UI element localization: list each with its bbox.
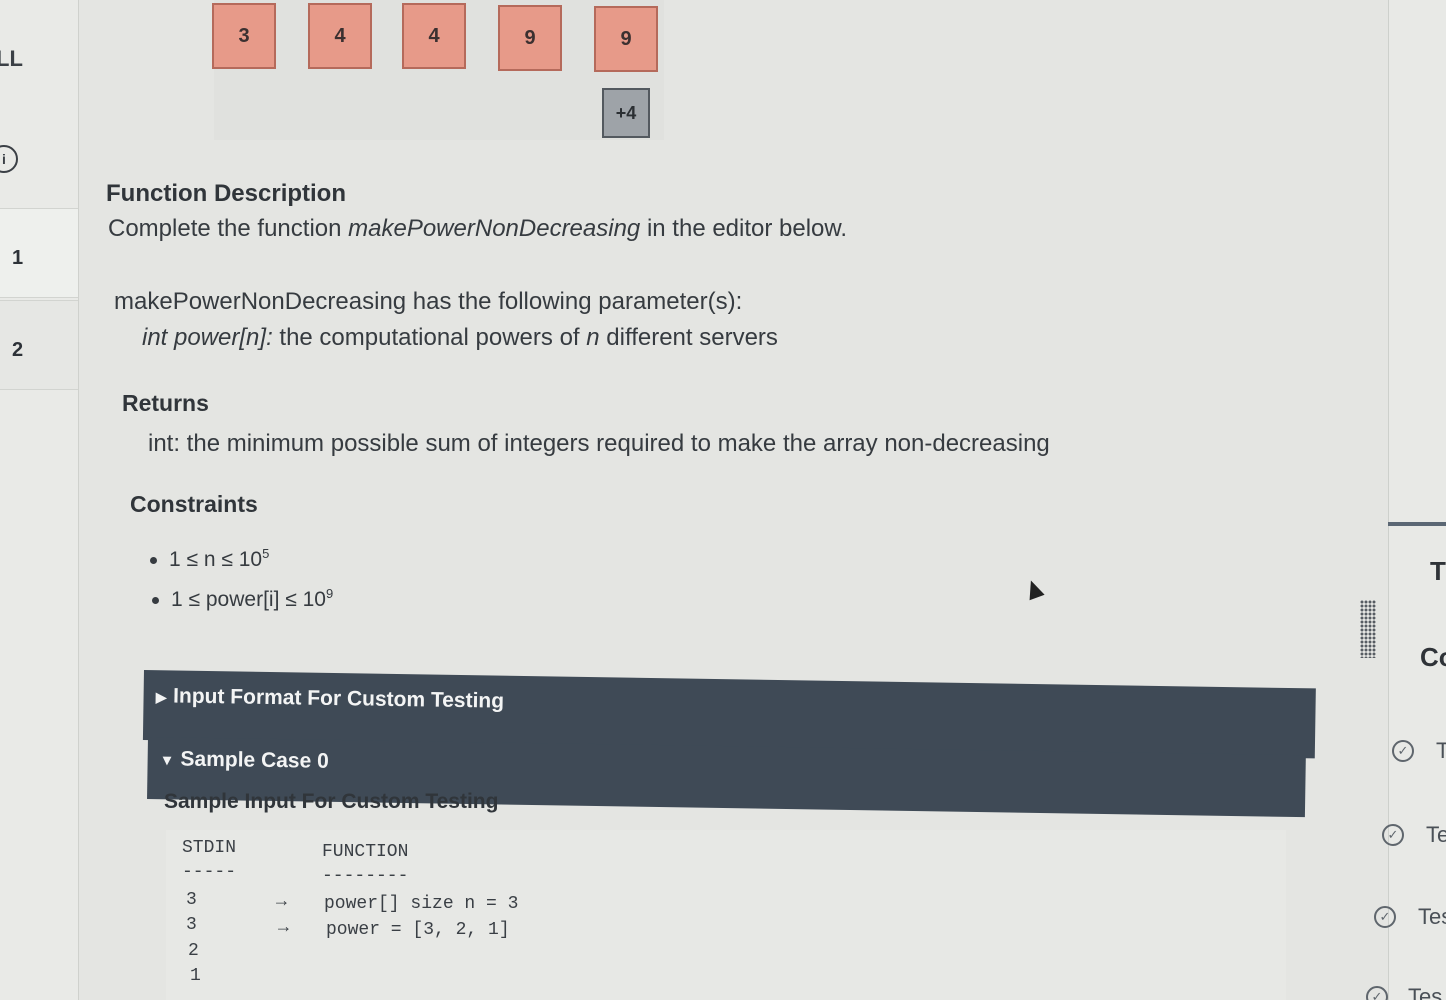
check-circle-icon: ✓ xyxy=(1366,986,1388,1000)
question-sidebar: LL i 1 2 xyxy=(0,0,79,1000)
test-case-label[interactable]: Tes xyxy=(1408,984,1442,1000)
sidebar-item-label: 1 xyxy=(12,247,24,269)
array-cell: 9 xyxy=(498,5,562,71)
sidebar-item-label: 2 xyxy=(12,339,24,361)
array-cell: 4 xyxy=(308,3,372,69)
returns-text: int: the minimum possible sum of integer… xyxy=(148,430,1050,457)
sidebar-item-question-1[interactable]: 1 xyxy=(0,208,78,298)
constraint-exponent: 9 xyxy=(325,586,334,601)
array-cell: 3 xyxy=(212,3,276,69)
drag-handle-icon[interactable] xyxy=(1360,600,1376,658)
section-title: Input Format For Custom Testing xyxy=(172,684,505,713)
parameter-power: int power[n]: the computational powers o… xyxy=(142,324,778,352)
param-name: int power[n]: xyxy=(142,324,273,351)
stdin-value: 1 xyxy=(190,966,201,986)
section-title: Sample Case 0 xyxy=(180,747,329,773)
mouse-cursor-icon xyxy=(1023,577,1045,601)
constraint-text: 1 ≤ power[i] ≤ 10 xyxy=(171,588,326,611)
function-value: power[] size n = 3 xyxy=(324,894,519,914)
arrow-icon: → xyxy=(276,892,287,912)
constraint-text: 1 ≤ n ≤ 10 xyxy=(169,548,263,571)
test-case-label[interactable]: Te xyxy=(1426,822,1446,848)
stdin-column-header: STDIN xyxy=(182,838,237,858)
stdin-rule: ----- xyxy=(182,862,237,882)
returns-heading: Returns xyxy=(122,390,209,416)
check-circle-icon: ✓ xyxy=(1392,740,1414,762)
bullet-icon xyxy=(152,596,159,604)
constraints-heading: Constraints xyxy=(130,491,258,517)
stdin-value: 3 xyxy=(186,915,197,935)
check-circle-icon: ✓ xyxy=(1382,824,1404,846)
arrow-icon: → xyxy=(278,918,289,938)
right-panel-subtitle: Co xyxy=(1420,642,1446,672)
array-cell: 4 xyxy=(402,3,466,69)
function-value: power = [3, 2, 1] xyxy=(326,920,510,940)
function-description-heading: Function Description xyxy=(106,180,346,207)
constraint-item: 1 ≤ power[i] ≤ 109 xyxy=(152,586,333,612)
caret-right-icon: ▶ xyxy=(155,689,168,707)
param-desc: the computational powers of xyxy=(272,324,587,351)
array-cell: 9 xyxy=(594,6,658,72)
info-icon[interactable]: i xyxy=(0,145,18,173)
param-n: n xyxy=(586,324,600,351)
stdin-value: 3 xyxy=(186,890,197,910)
complete-suffix: in the editor below. xyxy=(640,215,848,242)
function-rule: -------- xyxy=(322,866,409,886)
right-panel-title: T xyxy=(1430,556,1446,586)
check-circle-icon: ✓ xyxy=(1374,906,1396,928)
panel-divider xyxy=(1388,522,1446,526)
sample-input-heading: Sample Input For Custom Testing xyxy=(164,790,499,813)
sidebar-top-label: LL xyxy=(0,46,23,71)
bullet-icon xyxy=(150,556,157,564)
test-case-label[interactable]: Tes xyxy=(1418,904,1446,930)
param-desc-suffix: different servers xyxy=(599,324,778,351)
parameters-intro: makePowerNonDecreasing has the following… xyxy=(114,288,743,315)
constraint-exponent: 5 xyxy=(262,546,270,561)
function-name: makePowerNonDecreasing xyxy=(348,215,641,242)
complete-prefix: Complete the function xyxy=(108,215,349,242)
more-items-badge: +4 xyxy=(602,88,650,138)
stdin-value: 2 xyxy=(188,941,199,961)
constraint-item: 1 ≤ n ≤ 105 xyxy=(150,546,269,572)
sidebar-item-question-2[interactable]: 2 xyxy=(0,300,78,390)
screen: LL i 1 2 3 4 4 9 9 +4 Function Descripti… xyxy=(0,0,1446,1000)
function-column-header: FUNCTION xyxy=(322,842,409,862)
right-panel xyxy=(1388,0,1446,1000)
test-case-label[interactable]: T xyxy=(1436,738,1446,764)
caret-down-icon: ▼ xyxy=(159,752,175,770)
function-description-text: Complete the function makePowerNonDecrea… xyxy=(108,215,847,243)
